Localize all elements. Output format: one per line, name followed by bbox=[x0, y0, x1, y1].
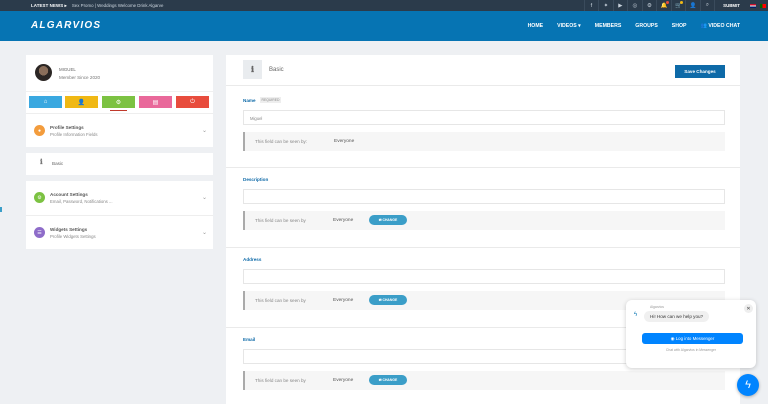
name-visibility: This field can be seen by: Everyone bbox=[243, 132, 725, 151]
main-nav: HOME VIDEOS ▾ MEMBERS GROUPS SHOP 👥 VIDE… bbox=[514, 11, 740, 41]
divider bbox=[226, 247, 740, 248]
profile-name: MIGUEL bbox=[59, 67, 76, 72]
email-visibility: This field can be seen by Everyone ⇄ CHA… bbox=[243, 371, 725, 390]
menu-widgets-settings-sub: Profile Widgets Settings bbox=[50, 234, 96, 239]
site-logo[interactable]: ALGARVIOS bbox=[31, 20, 101, 31]
home-icon: ⌂ bbox=[43, 99, 48, 105]
user-icon: 👤 bbox=[77, 99, 86, 106]
change-visibility-button[interactable]: ⇄ CHANGE bbox=[369, 215, 407, 225]
nav-video-chat[interactable]: 👥 VIDEO CHAT bbox=[700, 23, 740, 29]
visibility-label: This field can be seen by: bbox=[255, 139, 308, 144]
address-label: Address bbox=[243, 257, 262, 262]
menu-account-settings-title: Account Settings bbox=[50, 192, 88, 197]
save-changes-button[interactable]: Save Changes bbox=[675, 65, 725, 78]
messenger-page-name: Algarvios bbox=[650, 305, 664, 309]
twitter-icon[interactable]: ✦ bbox=[598, 0, 613, 11]
visibility-value: Everyone bbox=[333, 298, 354, 303]
home-button[interactable]: ⌂ bbox=[29, 96, 62, 108]
menu-widgets-settings-title: Widgets Settings bbox=[50, 227, 88, 232]
messenger-popup: Algarvios ✕ ϟ Hi! How can we help you? ◉… bbox=[626, 300, 756, 368]
user-add-icon[interactable]: 👤 bbox=[685, 0, 700, 11]
edge-marker bbox=[0, 207, 2, 212]
visibility-label: This field can be seen by bbox=[255, 378, 306, 383]
messenger-login-button[interactable]: ◉ Log into Messenger bbox=[642, 333, 743, 344]
description-visibility: This field can be seen by Everyone ⇄ CHA… bbox=[243, 211, 725, 230]
messenger-greeting: Hi! How can we help you? bbox=[644, 311, 710, 322]
info-icon: ℹ bbox=[40, 159, 43, 166]
menu-account-settings[interactable]: ⚙ Account Settings Email, Password, Noti… bbox=[26, 181, 213, 215]
flag-pt-icon[interactable] bbox=[758, 0, 768, 11]
visibility-label: This field can be seen by bbox=[255, 298, 306, 303]
logout-button[interactable]: ⏻ bbox=[176, 96, 209, 108]
bell-icon[interactable]: 🔔 bbox=[656, 0, 671, 11]
nav-videos[interactable]: VIDEOS ▾ bbox=[557, 23, 581, 29]
messenger-fab-icon[interactable]: ϟ bbox=[737, 374, 759, 396]
cart-icon[interactable]: 🛒 bbox=[670, 0, 686, 11]
instagram-icon[interactable]: ◎ bbox=[627, 0, 642, 11]
search-icon[interactable]: ⌕ bbox=[699, 0, 715, 11]
email-label: Email bbox=[243, 337, 256, 342]
close-icon[interactable]: ✕ bbox=[744, 304, 753, 313]
settings-icon: ⚙ bbox=[115, 99, 122, 106]
card-icon: ▤ bbox=[152, 99, 159, 106]
menu-profile-settings-sub: Profile Information Fields bbox=[50, 132, 98, 137]
account-settings-icon: ⚙ bbox=[34, 192, 45, 203]
power-icon: ⏻ bbox=[190, 98, 195, 105]
panel-header: ℹ Basic Save Changes bbox=[226, 55, 740, 86]
avatar[interactable] bbox=[35, 64, 52, 81]
settings-sidebar: MIGUEL Member Since 2020 ⌂ 👤 ⚙ ▤ ⏻ ● Pro… bbox=[26, 55, 213, 249]
messenger-login-label: Log into Messenger bbox=[675, 336, 715, 341]
main-header: ALGARVIOS HOME VIDEOS ▾ MEMBERS GROUPS S… bbox=[0, 11, 768, 41]
required-badge: REQUIRED bbox=[259, 97, 282, 103]
menu-basic[interactable]: ℹ Basic bbox=[26, 153, 213, 175]
name-label: Name bbox=[243, 97, 256, 103]
youtube-icon[interactable]: ▶ bbox=[612, 0, 628, 11]
visibility-value: Everyone bbox=[333, 378, 354, 383]
news-bar: LATEST NEWS ▸ Sex Promo | Weddings Welco… bbox=[0, 0, 768, 11]
card-button[interactable]: ▤ bbox=[139, 96, 172, 108]
news-label: LATEST NEWS ▸ bbox=[31, 2, 67, 8]
profile-button[interactable]: 👤 bbox=[65, 96, 98, 108]
chevron-down-icon[interactable]: ⌄ bbox=[202, 194, 207, 201]
news-headline[interactable]: Sex Promo | Weddings Welcome Drink Algar… bbox=[72, 3, 164, 8]
settings-button[interactable]: ⚙ bbox=[102, 96, 135, 111]
change-visibility-button[interactable]: ⇄ CHANGE bbox=[369, 295, 407, 305]
description-input[interactable] bbox=[243, 189, 725, 204]
description-label: Description bbox=[243, 177, 269, 182]
member-since: Member Since 2020 bbox=[59, 75, 101, 80]
quick-buttons: ⌂ 👤 ⚙ ▤ ⏻ bbox=[26, 91, 213, 113]
chevron-down-icon[interactable]: ⌄ bbox=[202, 229, 207, 236]
flag-uk-icon[interactable] bbox=[748, 0, 758, 11]
nav-shop[interactable]: SHOP bbox=[672, 23, 687, 29]
profile-card: MIGUEL Member Since 2020 bbox=[26, 55, 213, 91]
submit-link[interactable]: SUBMIT bbox=[714, 0, 748, 11]
info-icon: ℹ bbox=[243, 60, 262, 79]
menu-widgets-settings[interactable]: ☰ Widgets Settings Profile Widgets Setti… bbox=[26, 215, 213, 249]
menu-account-settings-sub: Email, Password, Notifications ... bbox=[50, 199, 113, 204]
settings-icon[interactable]: ⚙ bbox=[641, 0, 657, 11]
divider bbox=[226, 167, 740, 168]
name-input[interactable]: Miguel bbox=[243, 110, 725, 125]
nav-home[interactable]: HOME bbox=[528, 23, 544, 29]
nav-members[interactable]: MEMBERS bbox=[595, 23, 622, 29]
visibility-value: Everyone bbox=[333, 218, 354, 223]
change-visibility-button[interactable]: ⇄ CHANGE bbox=[369, 375, 407, 385]
field-description: Description This field can be seen by Ev… bbox=[243, 177, 725, 230]
widgets-settings-icon: ☰ bbox=[34, 227, 45, 238]
menu-profile-settings-title: Profile Settings bbox=[50, 125, 84, 130]
messenger-chat-note: Chat with Algarvios in Messenger bbox=[665, 348, 717, 352]
nav-groups[interactable]: GROUPS bbox=[635, 23, 657, 29]
visibility-value: Everyone bbox=[334, 139, 355, 144]
facebook-icon[interactable]: f bbox=[583, 0, 599, 11]
address-input[interactable] bbox=[243, 269, 725, 284]
field-name: Name REQUIRED Miguel This field can be se… bbox=[243, 97, 725, 151]
chevron-down-icon[interactable]: ⌄ bbox=[202, 127, 207, 134]
menu-basic-label: Basic bbox=[52, 161, 64, 166]
profile-settings-icon: ● bbox=[34, 125, 45, 136]
visibility-label: This field can be seen by bbox=[255, 218, 306, 223]
menu-profile-settings[interactable]: ● Profile Settings Profile Information F… bbox=[26, 113, 213, 147]
panel-title: Basic bbox=[269, 67, 284, 73]
messenger-logo-icon: ϟ bbox=[634, 312, 638, 318]
